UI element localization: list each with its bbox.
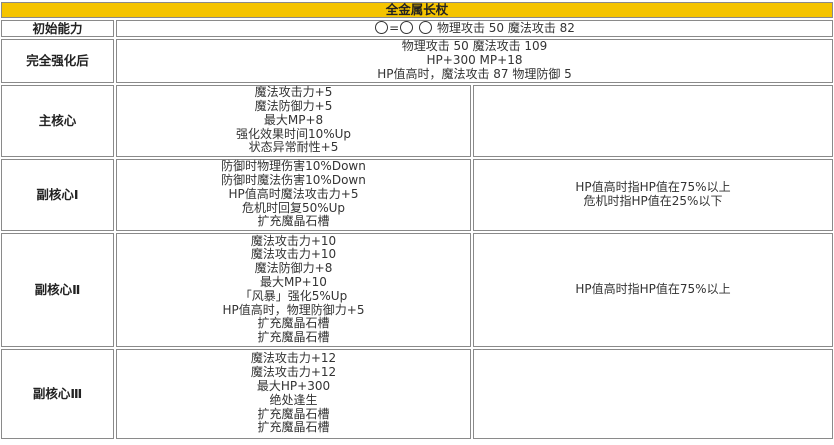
- sub-core-3-notes: [473, 348, 833, 439]
- effect-line: 魔法防御力+8: [254, 261, 333, 276]
- initial-stats-cell: = 物理攻击 50 魔法攻击 82: [116, 20, 833, 37]
- initial-label: 初始能力: [1, 20, 114, 37]
- effect-line: 扩充魔晶石槽: [257, 214, 330, 229]
- effect-line: 防御时魔法伤害10%Down: [221, 173, 366, 188]
- effect-line: 扩充魔晶石槽: [257, 330, 330, 345]
- effect-line: 魔法攻击力+12: [250, 365, 337, 380]
- full-enhance-line: HP+300 MP+18: [426, 52, 523, 67]
- initial-stats: 物理攻击 50 魔法攻击 82: [436, 21, 575, 35]
- slot-circle-icon: [400, 21, 414, 34]
- main-core-label: 主核心: [1, 84, 114, 157]
- effect-line: 强化效果时间10%Up: [235, 126, 352, 141]
- effect-line: 最大MP+10: [260, 275, 327, 289]
- effect-line: 最大MP+8: [263, 112, 324, 127]
- effect-line: 魔法防御力+5: [254, 99, 333, 114]
- slot-equals: =: [389, 21, 400, 35]
- effect-line: HP值高时魔法攻击力+5: [228, 186, 359, 201]
- main-core-notes: [473, 84, 833, 157]
- note-line: HP值高时指HP值在75%以上: [575, 281, 731, 296]
- effect-line: 扩充魔晶石槽: [257, 420, 330, 435]
- full-enhance-line: 物理攻击 50 魔法攻击 109: [401, 39, 548, 54]
- note-line: 危机时指HP值在25%以下: [583, 193, 723, 208]
- sub-core-3-effects: 魔法攻击力+12 魔法攻击力+12 最大HP+300 绝处逢生 扩充魔晶石槽 扩…: [116, 348, 471, 439]
- main-core-effects: 魔法攻击力+5 魔法防御力+5 最大MP+8 强化效果时间10%Up 状态异常耐…: [116, 84, 471, 157]
- effect-line: 绝处逢生: [269, 392, 318, 407]
- slot-circle-icon: [375, 21, 389, 34]
- effect-line: 最大HP+300: [256, 379, 331, 393]
- weapon-table: 全金属长杖 初始能力 = 物理攻击 50 魔法攻击 82 完全强化后 物理攻击 …: [0, 0, 834, 441]
- full-enhance-label: 完全强化后: [1, 38, 114, 83]
- note-line: HP值高时指HP值在75%以上: [575, 180, 731, 194]
- sub-core-1-notes: HP值高时指HP值在75%以上 危机时指HP值在25%以下: [473, 158, 833, 231]
- sub-core-2-effects: 魔法攻击力+10 魔法攻击力+10 魔法防御力+8 最大MP+10 「风暴」强化…: [116, 232, 471, 347]
- sub-core-2-label: 副核心Ⅱ: [1, 232, 114, 347]
- full-enhance-cell: 物理攻击 50 魔法攻击 109 HP+300 MP+18 HP值高时，魔法攻击…: [116, 38, 833, 83]
- sub-core-1-label: 副核心Ⅰ: [1, 158, 114, 231]
- slot-circle-icon: [419, 21, 433, 34]
- sub-core-3-label: 副核心Ⅲ: [1, 348, 114, 439]
- effect-line: 「风暴」强化5%Up: [239, 288, 348, 303]
- sub-core-2-notes: HP值高时指HP值在75%以上: [473, 232, 833, 347]
- effect-line: 状态异常耐性+5: [248, 140, 339, 155]
- full-enhance-line: HP值高时，魔法攻击 87 物理防御 5: [377, 66, 572, 81]
- sub-core-1-effects: 防御时物理伤害10%Down 防御时魔法伤害10%Down HP值高时魔法攻击力…: [116, 158, 471, 231]
- weapon-title: 全金属长杖: [1, 2, 833, 18]
